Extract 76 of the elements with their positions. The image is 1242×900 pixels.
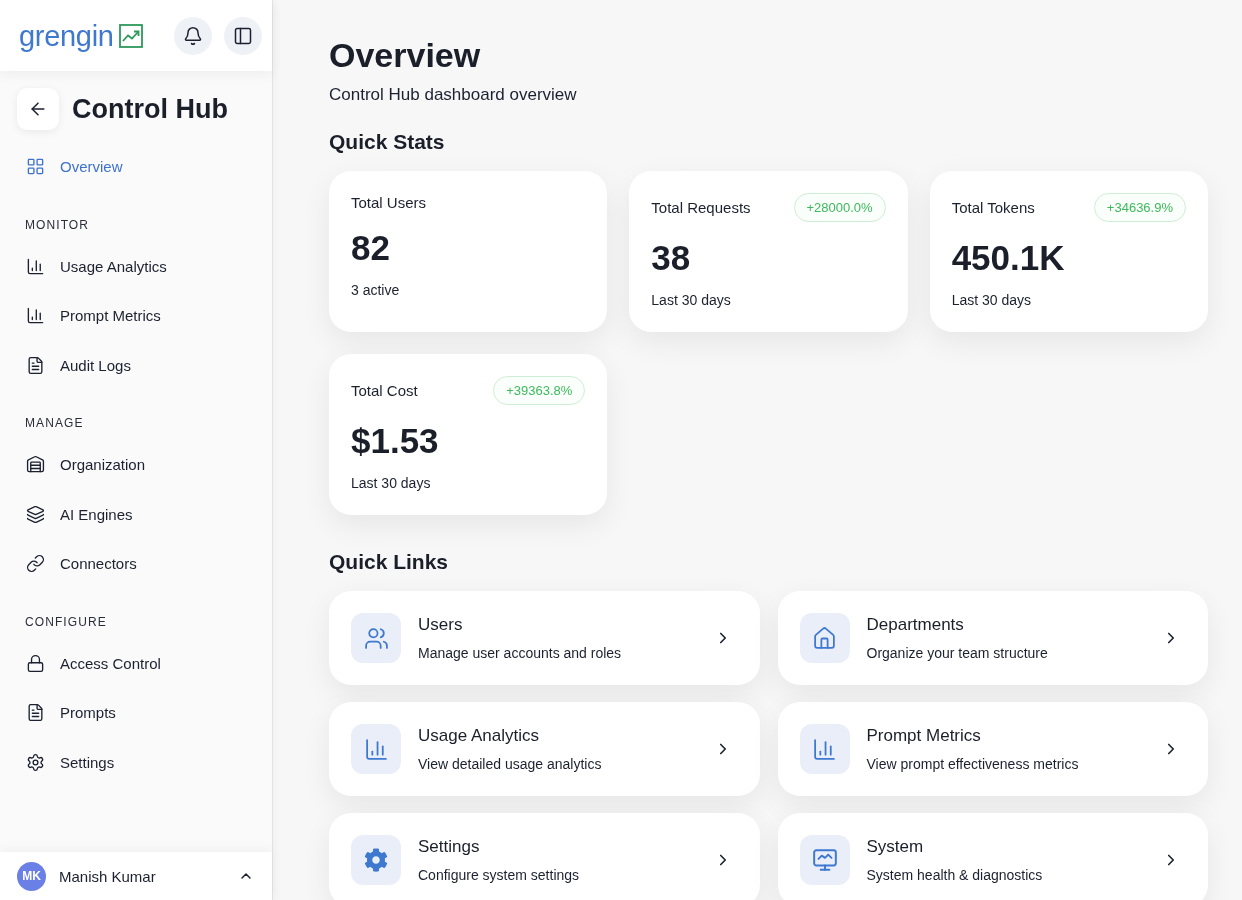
stat-label: Total Cost — [351, 381, 418, 400]
nav-section-heading: CONFIGURE — [24, 613, 108, 631]
stat-note: 3 active — [351, 281, 401, 299]
quick-link-card[interactable]: Settings Configure system settings — [329, 813, 760, 900]
section-heading: Quick Links — [329, 549, 450, 575]
link-title: Users — [418, 614, 464, 636]
stat-label: Total Tokens — [951, 198, 1035, 217]
change-badge: +39363.8% — [493, 376, 586, 405]
trend-chart-icon — [118, 23, 143, 48]
user-avatar: MK — [17, 861, 46, 891]
grid-icon — [26, 157, 45, 177]
nav-item[interactable]: Connectors — [0, 539, 272, 589]
page-subtitle: Control Hub dashboard overview — [329, 84, 578, 106]
nav-item[interactable]: Settings — [0, 737, 272, 787]
warehouse-icon — [26, 455, 45, 475]
lock-icon — [26, 653, 45, 673]
logo-text: grengin — [19, 18, 114, 53]
nav-item[interactable]: Audit Logs — [0, 340, 272, 390]
quick-link-card[interactable]: Usage Analytics View detailed usage analytics — [329, 702, 760, 796]
sidebar-title: Control Hub — [72, 93, 228, 125]
back-button[interactable] — [17, 88, 59, 130]
nav-item[interactable]: Prompts — [0, 688, 272, 738]
house-icon — [799, 613, 850, 663]
stat-label: Total Requests — [651, 198, 751, 217]
change-badge: +28000.0% — [793, 193, 886, 222]
link-title: System — [866, 836, 925, 858]
sidebar-toggle-button[interactable] — [224, 16, 262, 55]
stat-value: 450.1K — [951, 237, 1066, 279]
link-description: Manage user accounts and roles — [418, 644, 622, 662]
layers-icon — [26, 504, 45, 524]
stat-note: Last 30 days — [351, 474, 432, 492]
nav-item[interactable]: Access Control — [0, 638, 272, 688]
link-icon — [26, 554, 45, 574]
nav-item[interactable]: Organization — [0, 440, 272, 490]
link-title: Settings — [418, 836, 481, 858]
bar-chart-icon — [26, 256, 45, 276]
bar-chart-icon — [26, 306, 45, 326]
nav-item[interactable]: Prompt Metrics — [0, 291, 272, 341]
monitor-icon — [799, 835, 850, 885]
link-description: View prompt effectiveness metrics — [866, 755, 1079, 773]
document-icon — [26, 703, 45, 723]
stat-note: Last 30 days — [951, 291, 1033, 309]
sidebar-panel-icon — [233, 25, 253, 46]
link-description: View detailed usage analytics — [418, 755, 602, 773]
nav-section-heading: MONITOR — [24, 216, 90, 234]
link-description: Configure system settings — [418, 866, 580, 884]
nav-section-heading: MANAGE — [24, 415, 85, 432]
stat-value: $1.53 — [351, 420, 440, 462]
nav-item[interactable]: Overview — [0, 142, 272, 192]
user-name: Manish Kumar — [59, 867, 156, 885]
quick-link-card[interactable]: Users Manage user accounts and roles — [329, 591, 760, 685]
gear-icon — [351, 835, 401, 885]
change-badge: +34636.9% — [1093, 193, 1186, 222]
quick-link-card[interactable]: System System health & diagnostics — [777, 813, 1208, 900]
section-heading: Quick Stats — [329, 129, 446, 155]
settings-icon — [26, 752, 45, 772]
notifications-button[interactable] — [174, 16, 212, 55]
nav-item[interactable]: Usage Analytics — [0, 241, 272, 291]
bar-chart-icon — [351, 724, 401, 774]
quick-link-card[interactable]: Prompt Metrics View prompt effectiveness metrics — [777, 702, 1208, 796]
quick-link-card[interactable]: Departments Organize your team structure — [777, 591, 1208, 685]
stat-note: Last 30 days — [651, 291, 732, 309]
document-icon — [26, 355, 45, 375]
users-icon — [351, 613, 401, 663]
stat-value: 82 — [351, 227, 391, 269]
stat-label: Total Users — [351, 193, 427, 212]
link-title: Usage Analytics — [418, 725, 540, 747]
page-title: Overview — [329, 35, 482, 75]
link-description: Organize your team structure — [866, 644, 1048, 662]
bar-chart-icon — [799, 724, 850, 774]
bell-icon — [183, 25, 203, 46]
link-description: System health & diagnostics — [866, 866, 1043, 884]
stat-value: 38 — [651, 237, 692, 279]
nav-item[interactable]: AI Engines — [0, 489, 272, 539]
link-title: Departments — [866, 614, 965, 636]
link-title: Prompt Metrics — [866, 725, 982, 747]
